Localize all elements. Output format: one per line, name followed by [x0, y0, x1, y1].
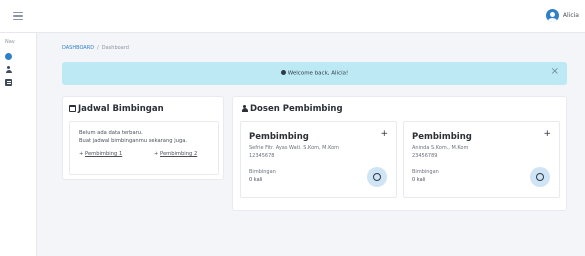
jadwal-bimbingan-card: Jadwal Bimbingan Belum ada data terbaru.…	[62, 96, 224, 180]
dosen-nip: 23456789	[412, 153, 438, 159]
jadwal-empty-box: Belum ada data terbaru. Buat jadwal bimb…	[69, 121, 219, 175]
sidebar: Nav	[0, 33, 37, 256]
user-avatar-icon	[545, 9, 559, 22]
breadcrumb-separator: /	[97, 45, 99, 51]
dashboard-icon[interactable]	[5, 53, 12, 60]
add-jadwal-pembimbing-1-link[interactable]: + Pembimbing 1	[79, 151, 122, 157]
empty-message-line1: Belum ada data terbaru.	[79, 130, 143, 136]
bimbingan-count: 0 kali	[249, 177, 263, 183]
plus-icon: +	[154, 151, 159, 157]
user-name: Alicia	[562, 12, 579, 19]
whatsapp-icon[interactable]	[530, 167, 550, 187]
bimbingan-label: Bimbingan	[249, 169, 276, 175]
user-icon[interactable]	[5, 66, 12, 73]
top-navbar: Alicia	[0, 0, 585, 33]
pembimbing-2-label: Pembimbing 2	[160, 151, 198, 157]
info-icon	[280, 70, 286, 75]
pembimbing-card-1: Pembimbing + Sefrie Fitr. Ayas Wati. S.K…	[240, 121, 397, 198]
close-icon[interactable]: ×	[551, 67, 559, 77]
pembimbing-title: Pembimbing	[249, 132, 309, 142]
dosen-nip: 12345678	[249, 153, 275, 159]
empty-message-line2: Buat jadwal bimbinganmu sekarang juga.	[79, 138, 188, 144]
welcome-alert: Welcome back, Alicia! ×	[62, 62, 567, 85]
pembimbing-1-label: Pembimbing 1	[85, 151, 123, 157]
dosen-title-text: Dosen Pembimbing	[250, 104, 343, 114]
plus-icon: +	[79, 151, 84, 157]
add-icon[interactable]: +	[380, 130, 388, 139]
dosen-pembimbing-card: Dosen Pembimbing Pembimbing + Sefrie Fit…	[232, 96, 567, 211]
dosen-name: Aninda S.Kom., M.Kom	[412, 145, 469, 151]
breadcrumb: DASHBOARD / Dashboard	[62, 45, 129, 51]
user-menu[interactable]: Alicia	[545, 9, 579, 22]
jadwal-title-text: Jadwal Bimbingan	[78, 104, 164, 114]
breadcrumb-root[interactable]: DASHBOARD	[62, 45, 94, 51]
dosen-name: Sefrie Fitr. Ayas Wati. S.Kom, M.Kom	[249, 145, 340, 151]
bimbingan-count: 0 kali	[412, 177, 426, 183]
add-icon[interactable]: +	[543, 130, 551, 139]
whatsapp-icon[interactable]	[367, 167, 387, 187]
person-icon	[241, 104, 248, 112]
alert-message: Welcome back, Alicia!	[287, 70, 349, 77]
bimbingan-label: Bimbingan	[412, 169, 439, 175]
calendar-icon	[69, 104, 76, 112]
pembimbing-card-2: Pembimbing + Aninda S.Kom., M.Kom 234567…	[403, 121, 560, 198]
pembimbing-title: Pembimbing	[412, 132, 472, 142]
book-icon[interactable]	[5, 79, 12, 86]
sidebar-title: Nav	[5, 39, 15, 45]
menu-toggle-icon[interactable]	[13, 12, 23, 20]
dosen-card-title: Dosen Pembimbing	[241, 104, 343, 114]
jadwal-card-title: Jadwal Bimbingan	[69, 104, 164, 114]
breadcrumb-current: Dashboard	[101, 45, 129, 51]
add-jadwal-pembimbing-2-link[interactable]: + Pembimbing 2	[154, 151, 197, 157]
